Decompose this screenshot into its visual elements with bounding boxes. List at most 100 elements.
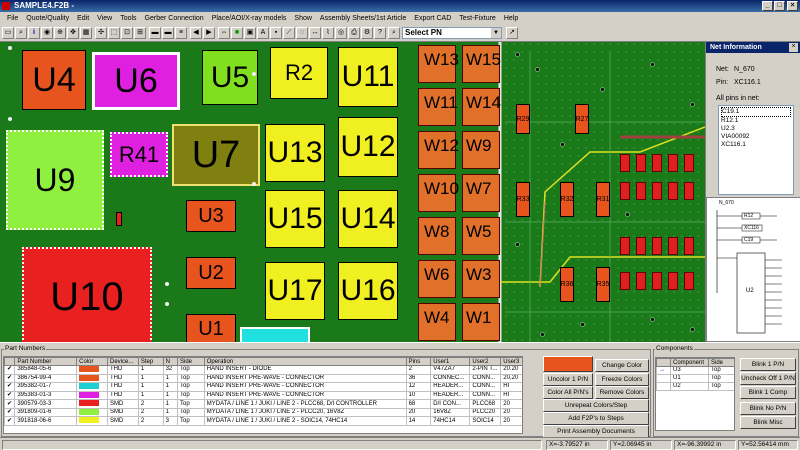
add-f2p-button[interactable]: Add F2P's to Steps	[543, 412, 649, 425]
component-r29[interactable]: R29	[516, 104, 530, 134]
table-row[interactable]: ✔ 385848-05-6 THD 1 32 Top HAND INSERT - DIODE…	[4, 365, 522, 375]
print-icon[interactable]: ⎙	[348, 27, 360, 39]
drill-icon[interactable]: ◎	[335, 27, 347, 39]
table-row[interactable]: ✔ 395382-01-7 THD 1 1 Top HAND INSERT PRE-WAVE…	[4, 382, 522, 392]
via-icon[interactable]: ◌	[296, 27, 308, 39]
color-preview-swatch[interactable]	[543, 356, 593, 372]
pin-item[interactable]: XC116.1	[721, 141, 791, 149]
menu-help[interactable]: Help	[500, 15, 522, 22]
component-u15[interactable]: U15	[265, 190, 325, 248]
component-u1[interactable]: U1	[186, 314, 236, 342]
component-r2[interactable]: R2	[270, 47, 328, 99]
col-user2[interactable]: User2	[469, 357, 502, 366]
menu-gerber-connection[interactable]: Gerber Connection	[141, 15, 208, 22]
table-row[interactable]: U1 Top	[656, 374, 734, 383]
pcb-board-view[interactable]: U4 U6 U5 R2 U11 U9 R41 U7 U13 U12 U3 U15…	[0, 42, 705, 342]
pin-item[interactable]: C19.1	[721, 107, 791, 117]
pad-icon[interactable]: ▪	[270, 27, 282, 39]
net-icon[interactable]: ⌇	[322, 27, 334, 39]
fit-icon[interactable]: ⊞	[134, 27, 146, 39]
table-row[interactable]: ✔ 386754-99-4 THD 1 1 Top HAND INSERT PRE-WAVE…	[4, 373, 522, 384]
component-r35[interactable]: R35	[596, 267, 610, 302]
component-r41[interactable]: R41	[110, 132, 168, 177]
menu-assembly-sheets[interactable]: Assembly Sheets/1st Article	[316, 15, 410, 22]
component-connector-cyan[interactable]	[240, 327, 310, 342]
freeze-colors-button[interactable]: Freeze Colors	[595, 373, 649, 386]
change-color-button[interactable]: Change Color	[595, 359, 649, 372]
component-u14[interactable]: U14	[338, 190, 398, 248]
pins-listbox[interactable]: C19.1 R12.1 U2.3 VIA00092 XC116.1	[718, 105, 794, 195]
col-user1[interactable]: User1	[430, 357, 471, 366]
table-row[interactable]: U2 Top	[656, 382, 734, 391]
text-icon[interactable]: A	[257, 27, 269, 39]
pan-icon[interactable]: ✥	[67, 27, 79, 39]
menu-quote-quality[interactable]: Quote/Quality	[22, 15, 73, 22]
components-table[interactable]: Component Side → U3 Top U1 Top U2 Top	[655, 357, 735, 431]
find-icon[interactable]: ⌕	[388, 27, 400, 39]
component-u12[interactable]: U12	[338, 117, 398, 177]
col-part-number[interactable]: Part Number	[14, 357, 78, 366]
component-u11[interactable]: U11	[338, 47, 398, 107]
pin-item[interactable]: U2.3	[721, 125, 791, 133]
component-u9[interactable]: U9	[6, 130, 104, 230]
mirror-icon[interactable]: ⇔	[218, 27, 230, 39]
menu-export-cad[interactable]: Export CAD	[410, 15, 455, 22]
component-u16[interactable]: U16	[338, 262, 398, 320]
component-r31[interactable]: R31	[596, 182, 610, 217]
unrepeat-colors-button[interactable]: Unrepeat Colors/Step	[543, 399, 649, 412]
previous-icon[interactable]: ◀	[190, 27, 202, 39]
uncheck-off-pn-button[interactable]: Uncheck Off 1 P/N	[740, 372, 796, 385]
component-r32[interactable]: R32	[560, 182, 574, 217]
pin-item[interactable]: VIA00092	[721, 133, 791, 141]
zoom-icon[interactable]: ⌕	[15, 27, 27, 39]
col-device[interactable]: Device...	[107, 357, 139, 366]
part-numbers-table[interactable]: Part Number Color Device... Step N Side …	[3, 356, 523, 434]
menu-test-fixture[interactable]: Test-Fixture	[455, 15, 500, 22]
col-color[interactable]: Color	[76, 357, 108, 366]
select-area-icon[interactable]: ⬚	[108, 27, 120, 39]
component-u4[interactable]: U4	[22, 50, 86, 110]
component-icon[interactable]: ▣	[244, 27, 256, 39]
layer-both-icon[interactable]: ≡	[175, 27, 187, 39]
col-operation[interactable]: Operation	[203, 357, 407, 366]
table-row[interactable]: ✔ 395383-01-3 THD 1 1 Top HAND INSERT PRE-WAVE…	[4, 390, 522, 401]
blink-misc-button[interactable]: Blink Misc	[740, 416, 796, 429]
menu-tools[interactable]: Tools	[116, 15, 140, 22]
zoom-window-icon[interactable]: ⊡	[121, 27, 133, 39]
settings-icon[interactable]: ⚙	[361, 27, 373, 39]
component-u10[interactable]: U10	[22, 247, 152, 342]
menu-view[interactable]: View	[93, 15, 116, 22]
measure-icon[interactable]: ↔	[309, 27, 321, 39]
col-side[interactable]: Side	[708, 358, 734, 367]
blink-pn-button[interactable]: Blink 1 P/N	[740, 358, 796, 371]
next-icon[interactable]: ▶	[203, 27, 215, 39]
col-pins[interactable]: Pins	[405, 357, 432, 366]
component-u7[interactable]: U7	[172, 124, 260, 186]
layer-top-icon[interactable]: ▬	[149, 27, 161, 39]
component-u5[interactable]: U5	[202, 50, 258, 105]
target-icon[interactable]: ⊕	[54, 27, 66, 39]
menu-edit[interactable]: Edit	[73, 15, 93, 22]
col-n[interactable]: N	[162, 357, 179, 366]
close-button[interactable]: ×	[787, 1, 798, 11]
close-icon[interactable]: ×	[789, 43, 798, 52]
pin-item[interactable]: R12.1	[721, 117, 791, 125]
move-icon[interactable]: ✣	[95, 27, 107, 39]
select-pn-dropdown[interactable]: Select PN ▼	[402, 27, 502, 39]
grid-icon[interactable]: ▦	[80, 27, 92, 39]
component-u2[interactable]: U2	[186, 257, 236, 289]
menu-show[interactable]: Show	[290, 15, 316, 22]
layer-bottom-icon[interactable]: ▬	[162, 27, 174, 39]
uncolor-pn-button[interactable]: Uncolor 1 P/N	[543, 373, 593, 386]
component-small-red[interactable]	[116, 212, 122, 226]
help-icon[interactable]: ?	[374, 27, 386, 39]
trace-icon[interactable]: ⟋	[283, 27, 295, 39]
menu-file[interactable]: File	[3, 15, 22, 22]
col-user3[interactable]: User3	[500, 357, 522, 366]
table-row[interactable]: ✔ 390579-03-3 SMD 2 1 Top MYDATA / LINE 1 / JU…	[4, 399, 522, 409]
component-u13[interactable]: U13	[265, 124, 325, 182]
component-u17[interactable]: U17	[265, 262, 325, 320]
flag-icon[interactable]: ■	[231, 27, 243, 39]
table-row[interactable]: → U3 Top	[656, 366, 734, 375]
info-icon[interactable]: i	[28, 27, 40, 39]
